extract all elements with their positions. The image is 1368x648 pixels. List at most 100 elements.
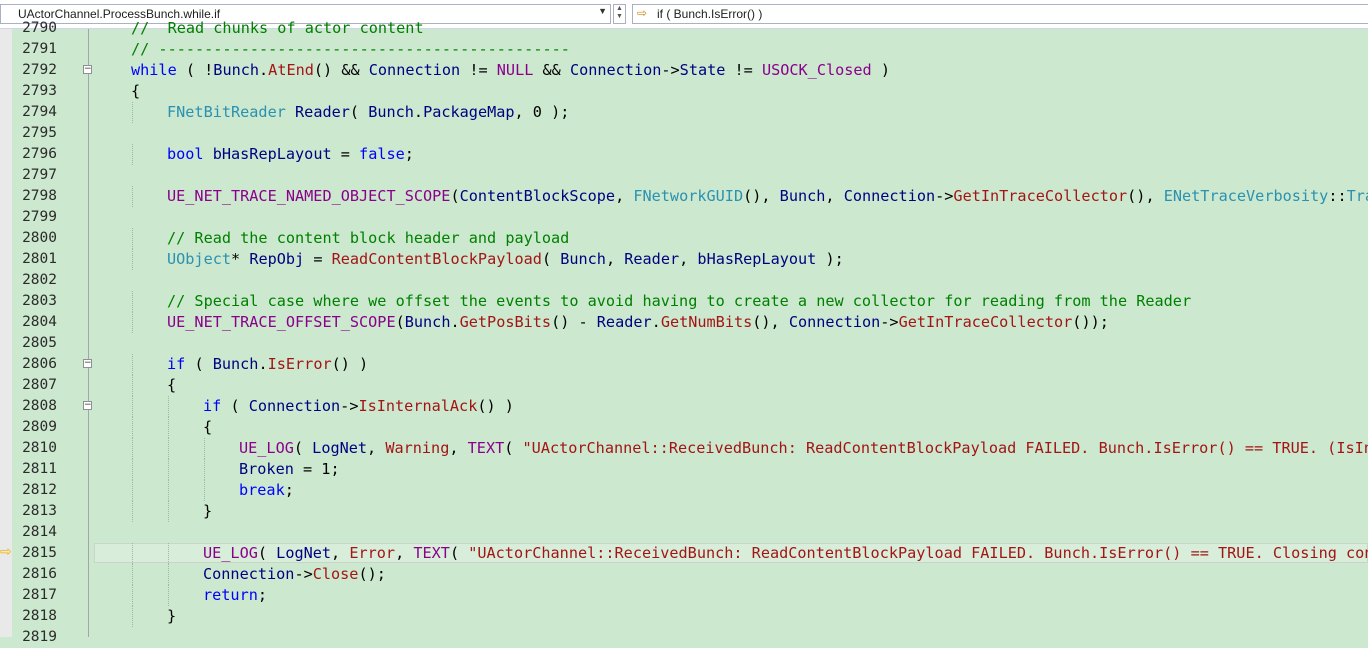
code-line[interactable]: 2797	[0, 165, 1368, 186]
indent-guide	[168, 543, 169, 564]
code-line[interactable]: 2800 // Read the content block header and…	[0, 228, 1368, 249]
indent-guide	[168, 564, 169, 585]
line-number: 2791	[22, 41, 57, 57]
code-line[interactable]: 2801 UObject* RepObj = ReadContentBlockPa…	[0, 249, 1368, 270]
code-line[interactable]: 2799	[0, 207, 1368, 228]
code-line[interactable]: 2803 // Special case where we offset the …	[0, 291, 1368, 312]
code-text: }	[167, 607, 177, 625]
indent-guide	[204, 480, 205, 501]
line-number: 2809	[22, 419, 57, 435]
indent-guide	[168, 585, 169, 606]
code-line[interactable]: 2817 return;	[0, 585, 1368, 606]
line-number: 2811	[22, 461, 57, 477]
code-text: bool bHasRepLayout = false;	[167, 145, 414, 163]
line-number: 2816	[22, 566, 57, 582]
line-number: 2793	[22, 83, 57, 99]
code-line[interactable]: 2814	[0, 522, 1368, 543]
indent-guide	[168, 501, 169, 522]
code-line[interactable]: 2816 Connection->Close();	[0, 564, 1368, 585]
indent-guide	[132, 396, 133, 417]
chevron-down-icon[interactable]: ▼	[598, 6, 607, 16]
indent-guide	[168, 396, 169, 417]
code-text: if ( Connection->IsInternalAck() )	[203, 397, 514, 415]
line-number: 2792	[22, 62, 57, 78]
code-line[interactable]: 2795	[0, 123, 1368, 144]
indent-guide	[132, 186, 133, 207]
line-number: 2797	[22, 167, 57, 183]
code-text: // Read the content block header and pay…	[167, 229, 570, 247]
code-text: // -------------------------------------…	[131, 40, 570, 58]
indent-guide	[132, 564, 133, 585]
indent-guide	[132, 501, 133, 522]
indent-guide	[132, 459, 133, 480]
code-text: {	[203, 418, 213, 436]
indent-guide	[132, 144, 133, 165]
line-number: 2795	[22, 125, 57, 141]
collapse-icon[interactable]: −	[83, 65, 92, 74]
indent-guide	[168, 438, 169, 459]
code-line[interactable]: 2802	[0, 270, 1368, 291]
code-line[interactable]: 2808 − if ( Connection->IsInternalAck() )	[0, 396, 1368, 417]
code-line[interactable]: ⇨ 2815 UE_LOG( LogNet, Error, TEXT( "UActo…	[0, 543, 1368, 564]
indent-guide	[132, 228, 133, 249]
line-number: 2805	[22, 335, 57, 351]
line-number: 2790	[22, 20, 57, 36]
code-line[interactable]: 2811 Broken = 1;	[0, 459, 1368, 480]
code-text: }	[203, 502, 213, 520]
code-text: break;	[239, 481, 294, 499]
yellow-arrow-icon: ⇨	[0, 544, 12, 560]
indent-guide	[168, 459, 169, 480]
line-number: 2812	[22, 482, 57, 498]
code-text: while ( !Bunch.AtEnd() && Connection != …	[131, 61, 890, 79]
indent-guide	[204, 459, 205, 480]
collapse-icon[interactable]: −	[83, 401, 92, 410]
code-line[interactable]: 2806 − if ( Bunch.IsError() )	[0, 354, 1368, 375]
line-number: 2804	[22, 314, 57, 330]
line-number: 2796	[22, 146, 57, 162]
line-number: 2813	[22, 503, 57, 519]
code-line[interactable]: 2819	[0, 627, 1368, 648]
line-number: 2815	[22, 545, 57, 561]
indent-guide	[132, 375, 133, 396]
code-text: UObject* RepObj = ReadContentBlockPayloa…	[167, 250, 844, 268]
code-line[interactable]: 2790 // Read chunks of actor content	[0, 18, 1368, 39]
code-line[interactable]: 2807 {	[0, 375, 1368, 396]
code-line[interactable]: 2791 // ---------------------------------…	[0, 39, 1368, 60]
code-line[interactable]: 2810 UE_LOG( LogNet, Warning, TEXT( "UAct…	[0, 438, 1368, 459]
code-text: Connection->Close();	[203, 565, 386, 583]
code-text: if ( Bunch.IsError() )	[167, 355, 369, 373]
code-line[interactable]: 2796 bool bHasRepLayout = false;	[0, 144, 1368, 165]
indent-guide	[132, 417, 133, 438]
indent-guide	[132, 354, 133, 375]
indent-guide	[132, 102, 133, 123]
line-number: 2819	[22, 629, 57, 645]
indent-guide	[132, 291, 133, 312]
code-line[interactable]: 2792 − while ( !Bunch.AtEnd() && Connectio…	[0, 60, 1368, 81]
line-number: 2801	[22, 251, 57, 267]
line-number: 2814	[22, 524, 57, 540]
line-number: 2794	[22, 104, 57, 120]
code-text: return;	[203, 586, 268, 604]
line-number: 2798	[22, 188, 57, 204]
line-number: 2810	[22, 440, 57, 456]
indent-guide	[204, 438, 205, 459]
collapse-icon[interactable]: −	[83, 359, 92, 368]
code-line[interactable]: 2798 UE_NET_TRACE_NAMED_OBJECT_SCOPE(Cont…	[0, 186, 1368, 207]
code-line[interactable]: 2812 break;	[0, 480, 1368, 501]
line-number: 2799	[22, 209, 57, 225]
indent-guide	[132, 585, 133, 606]
code-text: // Read chunks of actor content	[131, 19, 424, 37]
code-line[interactable]: 2804 UE_NET_TRACE_OFFSET_SCOPE(Bunch.GetP…	[0, 312, 1368, 333]
code-text: UE_LOG( LogNet, Error, TEXT( "UActorChan…	[203, 544, 1368, 562]
indent-guide	[132, 543, 133, 564]
code-line[interactable]: 2805	[0, 333, 1368, 354]
line-number: 2800	[22, 230, 57, 246]
indent-guide	[168, 417, 169, 438]
code-line[interactable]: 2794 FNetBitReader Reader( Bunch.PackageM…	[0, 102, 1368, 123]
indent-guide	[132, 480, 133, 501]
indent-guide	[132, 606, 133, 627]
code-line[interactable]: 2793 {	[0, 81, 1368, 102]
code-line[interactable]: 2813}	[0, 501, 1368, 522]
code-line[interactable]: 2818}	[0, 606, 1368, 627]
code-line[interactable]: 2809 {	[0, 417, 1368, 438]
